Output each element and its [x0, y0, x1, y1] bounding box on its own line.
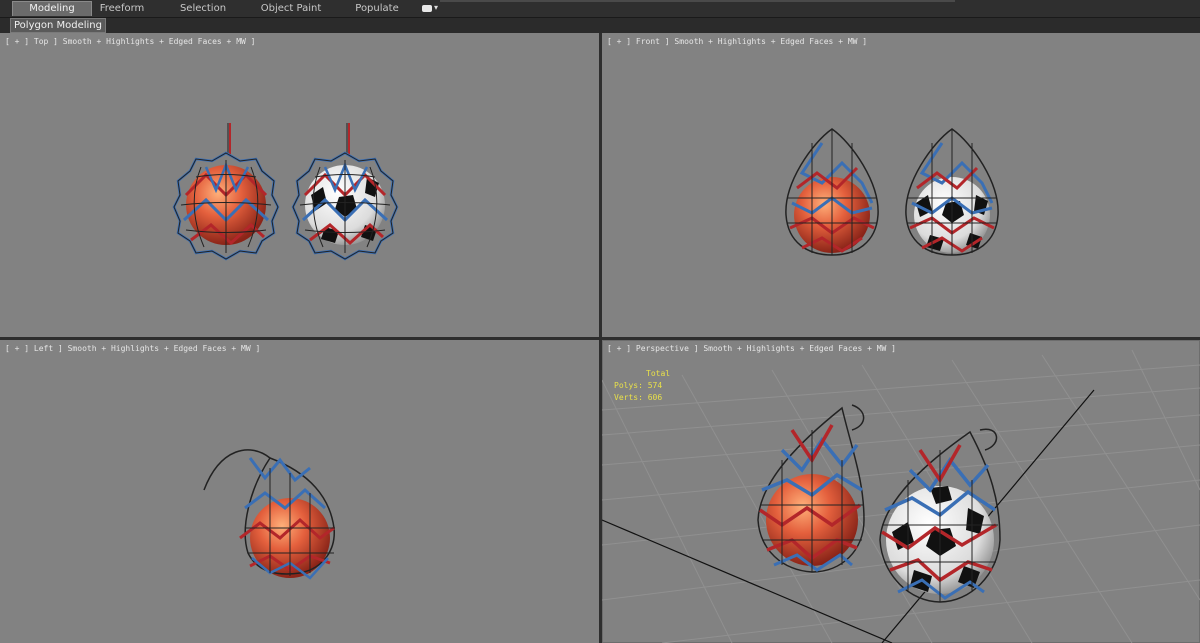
camera-dropdown-icon[interactable]: ▾ [420, 3, 442, 15]
net-orange-ball-front [785, 128, 879, 256]
stats-verts: Verts: 606 [614, 393, 663, 402]
viewport-divider-horizontal[interactable] [0, 337, 1200, 340]
tab-modeling[interactable]: Modeling [12, 1, 92, 16]
ribbon-subbar: Polygon Modeling [0, 18, 1200, 33]
viewport-top-scene [172, 123, 399, 261]
net-soccer-ball-top [291, 123, 399, 261]
net-orange-ball-persp [757, 404, 865, 573]
stats-polys: Polys: 574 [614, 381, 663, 390]
viewport-perspective[interactable]: [ + ] Perspective ] Smooth + Highlights … [602, 340, 1200, 643]
chevron-down-icon: ▾ [434, 3, 439, 12]
viewport-front[interactable]: [ + ] Front ] Smooth + Highlights + Edge… [602, 33, 1200, 337]
viewport-left-scene [203, 449, 335, 580]
net-soccer-ball-persp [879, 428, 1001, 603]
stats-header: Total [646, 369, 671, 378]
tab-object-paint[interactable]: Object Paint [255, 2, 327, 16]
net-orange-ball-top [172, 123, 280, 261]
tab-selection[interactable]: Selection [172, 2, 234, 16]
tab-freeform[interactable]: Freeform [92, 2, 152, 16]
viewport-stats: Total Polys: 574 Verts: 606 [614, 368, 670, 404]
tab-populate[interactable]: Populate [348, 2, 406, 16]
net-soccer-ball-front [905, 128, 999, 256]
viewport-left[interactable]: [ + ] Left ] Smooth + Highlights + Edged… [0, 340, 599, 643]
camera-box-icon [422, 5, 432, 12]
polygon-modeling-panel[interactable]: Polygon Modeling [10, 18, 106, 33]
viewport-perspective-scene [602, 349, 1200, 643]
viewport-perspective-label[interactable]: [ + ] Perspective ] Smooth + Highlights … [607, 344, 896, 353]
ribbon-bar: Modeling Freeform Selection Object Paint… [0, 0, 1200, 18]
ribbon-top-line [440, 0, 955, 2]
perspective-grid [602, 349, 1200, 643]
net-ball-left [203, 449, 335, 580]
viewport-front-scene [785, 128, 999, 256]
viewport-top[interactable]: [ + ] Top ] Smooth + Highlights + Edged … [0, 33, 599, 337]
